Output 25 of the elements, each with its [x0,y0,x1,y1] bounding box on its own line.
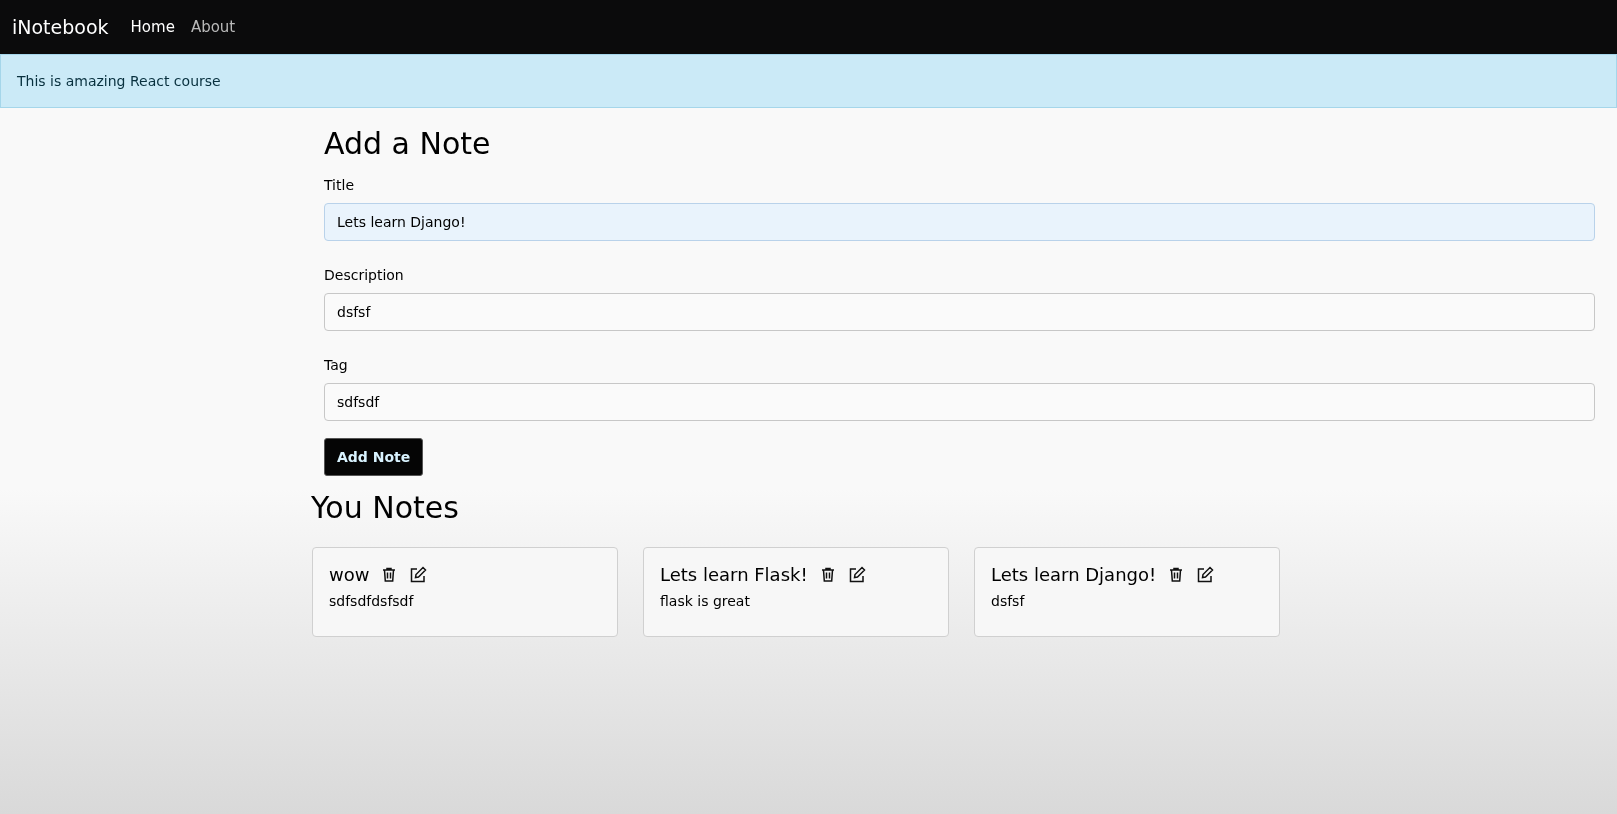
field-label: Description [324,267,405,283]
form-heading: Add a Note [324,126,492,161]
edit-icon[interactable] [847,565,866,584]
note-title: Lets learn Flask! [660,564,808,585]
brand-link[interactable]: iNotebook [12,16,109,38]
field-label: Tag [324,357,349,373]
trash-icon[interactable] [819,566,836,583]
edit-icon[interactable] [1196,565,1215,584]
trash-icon[interactable] [1168,566,1185,583]
nav-link[interactable]: Home [130,18,175,36]
note-description: sdfsdfdsfsdf [329,593,415,609]
note-title: wow [329,564,370,585]
trash-icon[interactable] [381,566,398,583]
nav-link[interactable]: About [190,18,236,36]
input-field[interactable]: Lets learn Django! [324,203,1595,241]
note-title: Lets learn Django! [991,564,1157,585]
input-field[interactable]: dsfsf [324,293,1595,331]
note-description: flask is great [660,593,751,609]
note-description: dsfsf [991,593,1026,609]
add-note-button[interactable]: Add Note [324,438,424,476]
edit-icon[interactable] [409,565,428,584]
input-field[interactable]: sdfsdf [324,383,1595,421]
field-label: Title [324,177,355,193]
alert-message: This is amazing React course [17,73,221,89]
notes-heading: You Notes [311,490,460,525]
